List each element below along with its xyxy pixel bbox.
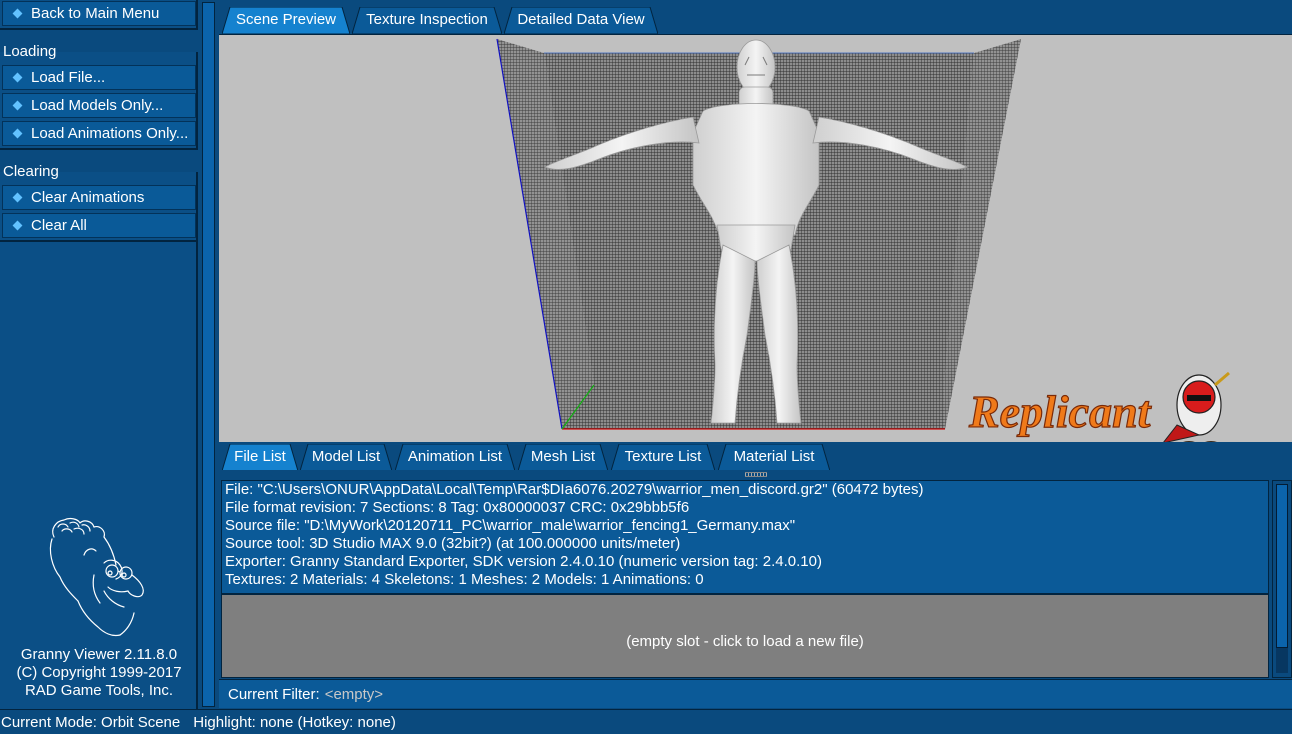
source-file-line: Source file: "D:\MyWork\20120711_PC\warr…	[225, 517, 796, 534]
back-to-main-menu-label: Back to Main Menu	[31, 5, 160, 22]
clearing-heading-text: Clearing	[3, 163, 59, 180]
back-to-main-menu-button[interactable]: Back to Main Menu	[2, 1, 196, 26]
diamond-bullet-icon	[12, 100, 23, 111]
diamond-bullet-icon	[12, 128, 23, 139]
clear-animations-button[interactable]: Clear Animations	[2, 185, 196, 210]
granny-mascot-icon	[49, 517, 144, 637]
tab-texture-list-label: Texture List	[624, 448, 702, 465]
sidebar-divider	[0, 240, 198, 242]
tab-animation-list-label: Animation List	[407, 448, 503, 465]
file-list-panel: File: "C:\Users\ONUR\AppData\Local\Temp\…	[219, 470, 1292, 678]
filter-value[interactable]: <empty>	[325, 686, 383, 703]
tab-texture-list[interactable]: Texture List	[611, 444, 715, 471]
load-file-label: Load File...	[31, 69, 106, 86]
tab-mesh-list-label: Mesh List	[530, 448, 596, 465]
scrollbar-track[interactable]	[1276, 648, 1288, 673]
tab-scene-preview-label: Scene Preview	[235, 11, 337, 28]
clear-animations-label: Clear Animations	[31, 189, 145, 206]
vertical-scrollbar[interactable]	[1272, 480, 1292, 678]
load-animations-only-label: Load Animations Only...	[31, 125, 189, 142]
filter-label: Current Filter:	[228, 685, 320, 703]
tab-material-list[interactable]: Material List	[718, 444, 830, 471]
tab-texture-inspection[interactable]: Texture Inspection	[352, 7, 502, 34]
scene-render: Replicant	[496, 38, 1230, 442]
replicant-logo-text: Replicant	[968, 386, 1152, 437]
tab-material-list-label: Material List	[733, 448, 815, 465]
company-text: RAD Game Tools, Inc.	[24, 682, 174, 699]
diamond-bullet-icon	[12, 220, 23, 231]
tab-file-list-label: File List	[234, 448, 286, 465]
loading-heading-text: Loading	[3, 43, 57, 60]
tab-detailed-data-view[interactable]: Detailed Data View	[504, 7, 658, 34]
file-path-line: File: "C:\Users\ONUR\AppData\Local\Temp\…	[225, 481, 924, 498]
top-tab-bar: Scene Preview Texture Inspection Detaile…	[218, 0, 1292, 34]
diamond-bullet-icon	[12, 192, 23, 203]
clearing-section-heading: Clearing	[0, 148, 198, 180]
tab-detailed-data-view-label: Detailed Data View	[517, 11, 645, 28]
empty-slot[interactable]: (empty slot - click to load a new file)	[221, 594, 1269, 678]
load-models-only-label: Load Models Only...	[31, 97, 164, 114]
filter-bar[interactable]: Current Filter: <empty>	[219, 679, 1292, 708]
diamond-bullet-icon	[12, 8, 23, 19]
copyright-text: (C) Copyright 1999-2017	[16, 664, 182, 681]
tab-file-list[interactable]: File List	[222, 444, 298, 471]
tab-animation-list[interactable]: Animation List	[395, 444, 515, 471]
clear-all-label: Clear All	[31, 217, 87, 234]
replicant-mascot-icon	[1163, 371, 1230, 442]
loading-section-heading: Loading	[0, 28, 198, 60]
vertical-splitter[interactable]	[200, 0, 217, 709]
diamond-bullet-icon	[12, 72, 23, 83]
load-models-only-button[interactable]: Load Models Only...	[2, 93, 196, 118]
scrollbar-thumb[interactable]	[1276, 484, 1288, 648]
scene-viewport[interactable]: Replicant	[219, 34, 1292, 442]
file-format-line: File format revision: 7 Sections: 8 Tag:…	[225, 499, 690, 516]
empty-slot-label: (empty slot - click to load a new file)	[626, 632, 864, 650]
clear-all-button[interactable]: Clear All	[2, 213, 196, 238]
exporter-line: Exporter: Granny Standard Exporter, SDK …	[225, 553, 822, 570]
current-mode-text: Current Mode: Orbit Scene	[1, 713, 181, 731]
sidebar: Back to Main Menu Loading Load File... L…	[0, 0, 198, 709]
load-animations-only-button[interactable]: Load Animations Only...	[2, 121, 196, 146]
tab-model-list-label: Model List	[311, 448, 381, 465]
tab-texture-inspection-label: Texture Inspection	[366, 11, 488, 28]
counts-line: Textures: 2 Materials: 4 Skeletons: 1 Me…	[225, 571, 704, 588]
tab-scene-preview[interactable]: Scene Preview	[222, 7, 350, 34]
load-file-button[interactable]: Load File...	[2, 65, 196, 90]
file-list-entry[interactable]: File: "C:\Users\ONUR\AppData\Local\Temp\…	[221, 480, 1269, 594]
resize-handle-icon[interactable]	[745, 472, 767, 477]
tab-mesh-list[interactable]: Mesh List	[518, 444, 608, 471]
status-bar: Current Mode: Orbit Scene Highlight: non…	[0, 709, 1292, 734]
list-tab-bar: File List Model List Animation List Mesh…	[218, 442, 1292, 471]
tab-model-list[interactable]: Model List	[300, 444, 392, 471]
version-text: Granny Viewer 2.11.8.0	[20, 646, 178, 663]
source-tool-line: Source tool: 3D Studio MAX 9.0 (32bit?) …	[225, 535, 681, 552]
highlight-text: Highlight: none (Hotkey: none)	[193, 713, 396, 731]
